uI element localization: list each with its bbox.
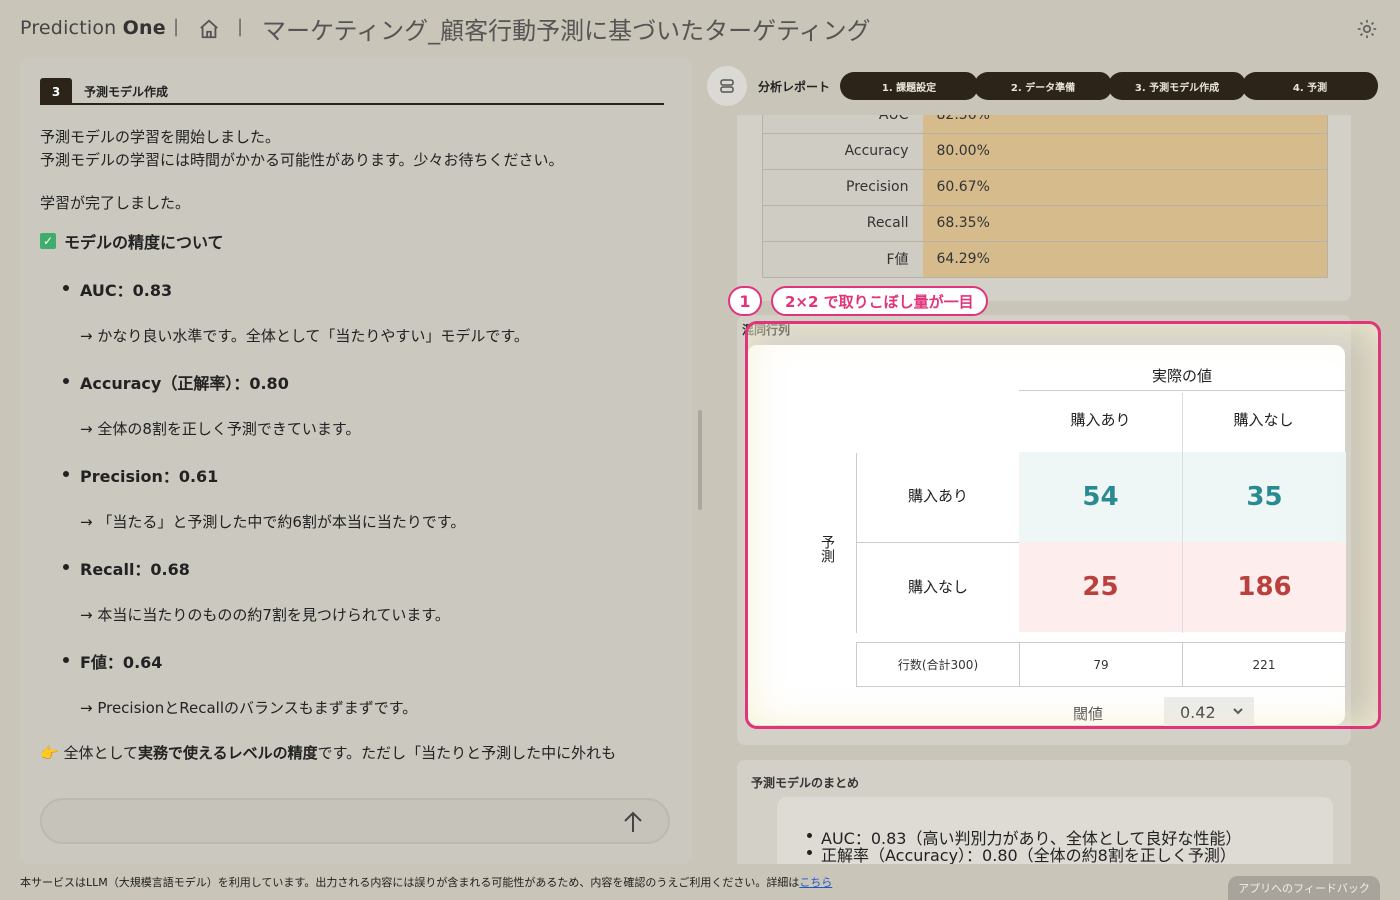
summary-item: 正解率（Accuracy）：0.80（全体の約8割を正しく予測）	[807, 842, 1236, 864]
metric-name: Recall	[762, 205, 923, 242]
step-header: 3 予測モデル作成	[40, 78, 664, 105]
metric-description: → 「当たる」と予測した中で約6割が本当に当たりです。	[80, 513, 466, 531]
metric-item: Precision：0.61	[40, 463, 670, 487]
metric-row: Accuracy 80.00%	[762, 133, 1328, 170]
metric-description: → PrecisionとRecallのバランスもまずまずです。	[80, 699, 418, 717]
check-icon: ✓	[40, 233, 56, 249]
metric-item: F値：0.64	[40, 649, 670, 673]
metric-description: → かなり良い水準です。全体として「当たりやすい」モデルです。	[80, 327, 529, 345]
step-tab-4[interactable]: 4. 予測	[1242, 72, 1380, 100]
summary-body: AUC：0.83（高い判別力があり、全体として良好な性能） 正解率（Accura…	[777, 797, 1333, 864]
metric-row: Recall 68.35%	[762, 205, 1328, 242]
header-separator: |	[237, 16, 244, 37]
header-separator: |	[173, 16, 180, 37]
chat-line: 予測モデルの学習を開始しました。	[40, 128, 281, 146]
chat-line: 学習が完了しました。	[40, 194, 191, 212]
metric-row: Precision 60.67%	[762, 169, 1328, 206]
metric-description: → 全体の8割を正しく予測できています。	[80, 420, 361, 438]
chat-panel: 3 予測モデル作成 予測モデルの学習を開始しました。 予測モデルの学習には時間が…	[20, 58, 692, 864]
metric-name: Accuracy	[762, 133, 923, 170]
metric-name: F値	[762, 241, 923, 278]
step-tab-3[interactable]: 3. 予測モデル作成	[1108, 72, 1248, 100]
report-content: AUC82.56% Accuracy80.00% Precision60.67%…	[707, 115, 1387, 864]
thumbs-icon: 👉	[40, 744, 59, 762]
summary-line: 👉 全体として実務で使えるレベルの精度です。ただし「当たりと予測した中に外れも	[40, 742, 670, 763]
feedback-button[interactable]: アプリへのフィードバック	[1228, 876, 1380, 900]
step-tab-2[interactable]: 2. データ準備	[974, 72, 1114, 100]
section-heading-text: モデルの精度について	[64, 233, 224, 252]
robot-icon	[720, 79, 734, 93]
chat-messages: 予測モデルの学習を開始しました。 予測モデルの学習には時間がかかる可能性がありま…	[40, 126, 670, 763]
footer-link[interactable]: こちら	[799, 876, 832, 889]
metric-value: 82.56%	[922, 115, 1328, 134]
step-progress: 1. 課題設定 2. データ準備 3. 予測モデル作成 4. 予測	[840, 72, 1380, 100]
summary-card: 予測モデルのまとめ AUC：0.83（高い判別力があり、全体として良好な性能） …	[737, 760, 1351, 864]
metric-description: → 本当に当たりのものの約7割を見つけられています。	[80, 606, 450, 624]
metric-row: AUC82.56%	[762, 115, 1328, 134]
section-heading: ✓ モデルの精度について	[40, 229, 670, 253]
annotation-text: 2×2 で取りこぼし量が一目	[771, 286, 988, 316]
step-number: 3	[40, 78, 72, 105]
metric-item: AUC：0.83	[40, 277, 670, 301]
metric-value: 64.29%	[922, 241, 1328, 278]
metric-name: Precision	[762, 169, 923, 206]
app-logo: Prediction One	[20, 17, 166, 39]
report-avatar	[707, 66, 747, 106]
step-title: 予測モデル作成	[84, 85, 169, 99]
step-tab-1[interactable]: 1. 課題設定	[840, 72, 980, 100]
app-header: Prediction One | | マーケティング_顧客行動予測に基づいたター…	[0, 0, 1400, 56]
page-title: マーケティング_顧客行動予測に基づいたターゲティング	[262, 17, 871, 45]
report-label: 分析レポート	[758, 80, 831, 94]
summary-bold: 実務で使えるレベルの精度	[138, 744, 318, 762]
metrics-table: AUC82.56% Accuracy80.00% Precision60.67%…	[762, 115, 1328, 278]
footer-disclaimer: 本サービスはLLM（大規模言語モデル）を利用しています。出力される内容には誤りが…	[20, 874, 832, 890]
annotation-highlight	[745, 321, 1381, 729]
gear-icon[interactable]	[1356, 18, 1378, 40]
metric-name: AUC	[762, 115, 923, 134]
metric-value: 68.35%	[922, 205, 1328, 242]
chat-input[interactable]	[40, 798, 670, 844]
metric-item: Recall：0.68	[40, 556, 670, 580]
send-arrow-icon[interactable]	[622, 810, 644, 834]
summary-pre: 全体として	[63, 744, 139, 762]
panel-resize-handle[interactable]	[698, 410, 702, 510]
metric-value: 80.00%	[922, 133, 1328, 170]
summary-post: です。ただし「当たりと予測した中に外れも	[317, 744, 617, 762]
summary-title: 予測モデルのまとめ	[751, 776, 860, 790]
annotation-badge: 1	[728, 286, 762, 316]
chat-line: 予測モデルの学習には時間がかかる可能性があります。少々お待ちください。	[40, 151, 564, 169]
metric-value: 60.67%	[922, 169, 1328, 206]
metric-row: F値 64.29%	[762, 241, 1328, 278]
home-icon[interactable]	[198, 18, 220, 40]
footer-text: 本サービスはLLM（大規模言語モデル）を利用しています。出力される内容には誤りが…	[20, 876, 800, 889]
metric-item: Accuracy（正解率）：0.80	[40, 370, 670, 394]
